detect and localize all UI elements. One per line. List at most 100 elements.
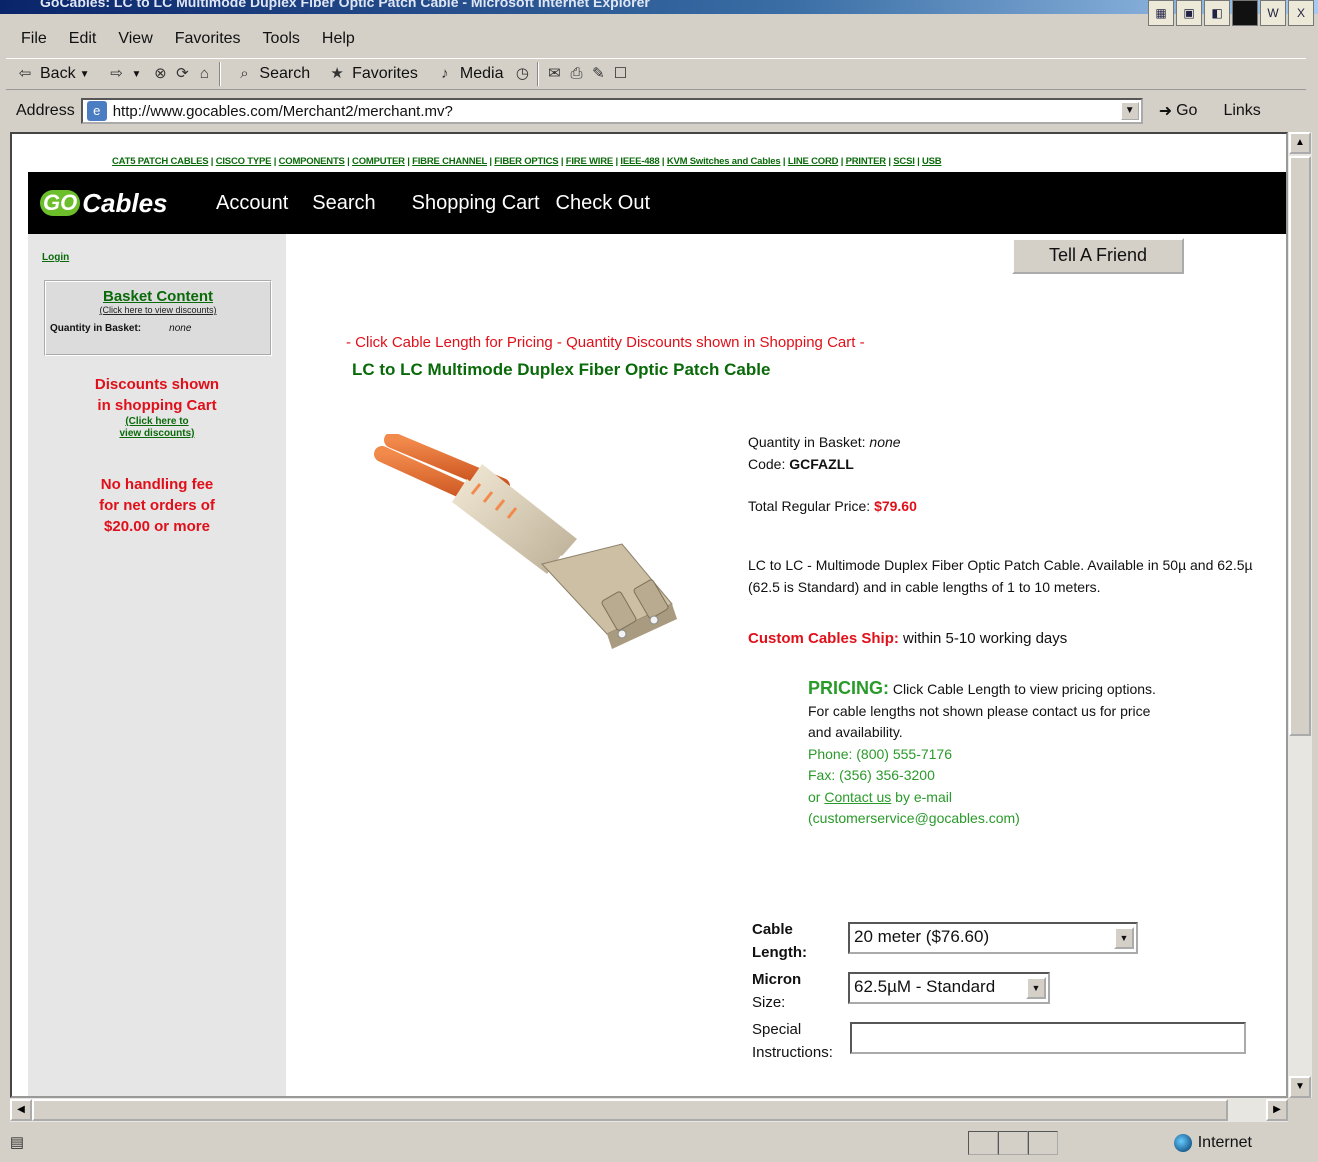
- browser-window: GoCables: LC to LC Multimode Duplex Fibe…: [0, 0, 1318, 1162]
- category-link[interactable]: COMPONENTS: [279, 156, 345, 167]
- basket-quantity: Quantity in Basket: none: [50, 323, 270, 334]
- refresh-icon[interactable]: ⟳: [171, 63, 193, 85]
- address-url: http://www.gocables.com/Merchant2/mercha…: [112, 102, 453, 120]
- label-line: Instructions:: [752, 1044, 833, 1061]
- menu-file[interactable]: File: [10, 26, 58, 52]
- scroll-down-icon[interactable]: ▼: [1289, 1076, 1311, 1098]
- edit-icon[interactable]: ✎: [587, 63, 609, 85]
- word-icon[interactable]: W: [1260, 0, 1286, 26]
- favorites-icon: ★: [330, 65, 344, 82]
- discount-note: Discounts shown in shopping Cart (Click …: [28, 374, 286, 440]
- scroll-thumb[interactable]: [32, 1099, 1228, 1121]
- category-link[interactable]: PRINTER: [846, 156, 887, 167]
- menu-edit[interactable]: Edit: [58, 26, 108, 52]
- basket-qty-label: Quantity in Basket:: [50, 323, 142, 334]
- category-link[interactable]: IEEE-488: [620, 156, 659, 167]
- code-value: GCFAZLL: [789, 456, 854, 472]
- cable-length-value: 20 meter ($76.60): [854, 927, 990, 946]
- app-icon[interactable]: ▦: [1148, 0, 1174, 26]
- category-link[interactable]: LINE CORD: [788, 156, 839, 167]
- media-button[interactable]: ♪ Media: [426, 63, 512, 85]
- category-link[interactable]: USB: [922, 156, 942, 167]
- media-label: Media: [459, 65, 504, 82]
- horizontal-scrollbar[interactable]: ◀ ▶: [10, 1098, 1288, 1122]
- special-instructions-label: Special Instructions:: [752, 1018, 833, 1064]
- pricing-heading: PRICING:: [808, 678, 889, 698]
- category-link[interactable]: FIBER OPTICS: [494, 156, 558, 167]
- chevron-down-icon[interactable]: ▼: [1114, 927, 1134, 949]
- contact-pre: or: [808, 788, 825, 805]
- handling-fee-note: No handling fee for net orders of $20.00…: [28, 474, 286, 537]
- search-button[interactable]: ⌕ Search: [225, 63, 318, 85]
- scroll-left-icon[interactable]: ◀: [10, 1099, 32, 1121]
- go-button[interactable]: ➜ Go: [1159, 101, 1198, 121]
- menu-view[interactable]: View: [107, 26, 163, 52]
- basket-title[interactable]: Basket Content: [46, 288, 270, 305]
- category-link[interactable]: CISCO TYPE: [216, 156, 272, 167]
- menu-bar: File Edit View Favorites Tools Help: [10, 26, 366, 52]
- product-image: [374, 434, 677, 649]
- forward-button[interactable]: ⇨ ▼: [97, 63, 149, 85]
- nav-account[interactable]: Account: [216, 192, 288, 215]
- favorites-button[interactable]: ★ Favorites: [318, 63, 426, 85]
- category-link[interactable]: FIRE WIRE: [566, 156, 613, 167]
- search-label: Search: [259, 65, 311, 82]
- cable-length-select[interactable]: 20 meter ($76.60) ▼: [848, 922, 1138, 954]
- address-input[interactable]: e http://www.gocables.com/Merchant2/merc…: [80, 98, 1143, 124]
- print-icon[interactable]: ⎙: [565, 63, 587, 85]
- product-title: LC to LC Multimode Duplex Fiber Optic Pa…: [352, 360, 771, 379]
- stop-icon[interactable]: ⊗: [149, 63, 171, 85]
- login-link[interactable]: Login: [42, 252, 69, 263]
- nav-search[interactable]: Search: [312, 192, 375, 215]
- forward-arrow-icon: ⇨: [110, 65, 123, 82]
- toolbar-separator: [219, 62, 222, 86]
- menu-help[interactable]: Help: [311, 26, 366, 52]
- history-icon[interactable]: ◷: [511, 63, 533, 85]
- menu-favorites[interactable]: Favorites: [164, 26, 252, 52]
- category-link[interactable]: COMPUTER: [352, 156, 405, 167]
- special-instructions-input[interactable]: [850, 1022, 1246, 1054]
- status-cell: [968, 1131, 998, 1155]
- nav-check-out[interactable]: Check Out: [556, 192, 650, 215]
- back-button[interactable]: ⇦ Back ▼: [6, 63, 97, 85]
- label-line: Micron: [752, 971, 802, 988]
- app-icon[interactable]: [1232, 0, 1258, 26]
- discuss-icon[interactable]: ☐: [609, 63, 631, 85]
- category-link[interactable]: KVM Switches and Cables: [667, 156, 781, 167]
- scroll-thumb[interactable]: [1289, 156, 1311, 736]
- chevron-down-icon[interactable]: ▼: [1026, 977, 1046, 999]
- mail-icon[interactable]: ✉: [543, 63, 565, 85]
- address-bar: Address e http://www.gocables.com/Mercha…: [6, 94, 1312, 128]
- discount-link[interactable]: (Click here to: [28, 416, 286, 428]
- vertical-scrollbar[interactable]: ▲ ▼: [1288, 132, 1312, 1098]
- tell-a-friend-button[interactable]: Tell A Friend: [1012, 238, 1184, 274]
- scroll-up-icon[interactable]: ▲: [1289, 132, 1311, 154]
- app-icon[interactable]: ◧: [1204, 0, 1230, 26]
- contact-us-link[interactable]: Contact us: [824, 789, 891, 805]
- category-link[interactable]: SCSI: [893, 156, 915, 167]
- excel-icon[interactable]: X: [1288, 0, 1314, 26]
- category-link[interactable]: CAT5 PATCH CABLES: [112, 156, 209, 167]
- category-link[interactable]: FIBRE CHANNEL: [412, 156, 487, 167]
- nav-shopping-cart[interactable]: Shopping Cart: [412, 192, 540, 215]
- gocables-logo[interactable]: GO Cables: [40, 188, 180, 219]
- app-icon[interactable]: ▣: [1176, 0, 1202, 26]
- contact-email: (customerservice@gocables.com): [808, 810, 1020, 826]
- micron-size-value: 62.5µM - Standard: [854, 977, 996, 996]
- back-arrow-icon: ⇦: [18, 65, 32, 82]
- scroll-right-icon[interactable]: ▶: [1266, 1099, 1288, 1121]
- menu-tools[interactable]: Tools: [252, 26, 311, 52]
- micron-size-select[interactable]: 62.5µM - Standard ▼: [848, 972, 1050, 1004]
- pricing-promo: - Click Cable Length for Pricing - Quant…: [346, 334, 865, 351]
- title-bar: GoCables: LC to LC Multimode Duplex Fibe…: [0, 0, 1318, 14]
- chevron-down-icon[interactable]: ▼: [80, 69, 90, 80]
- chevron-down-icon[interactable]: ▼: [131, 69, 141, 80]
- links-button[interactable]: Links: [1223, 102, 1260, 120]
- basket-discounts-link[interactable]: (Click here to view discounts): [46, 305, 270, 315]
- toolbar-separator: [537, 62, 540, 86]
- address-label: Address: [16, 102, 75, 119]
- chevron-down-icon[interactable]: ▼: [1120, 102, 1139, 120]
- home-icon[interactable]: ⌂: [193, 63, 215, 85]
- page-status-icon: ▤: [9, 1134, 25, 1151]
- discount-link[interactable]: view discounts): [28, 428, 286, 440]
